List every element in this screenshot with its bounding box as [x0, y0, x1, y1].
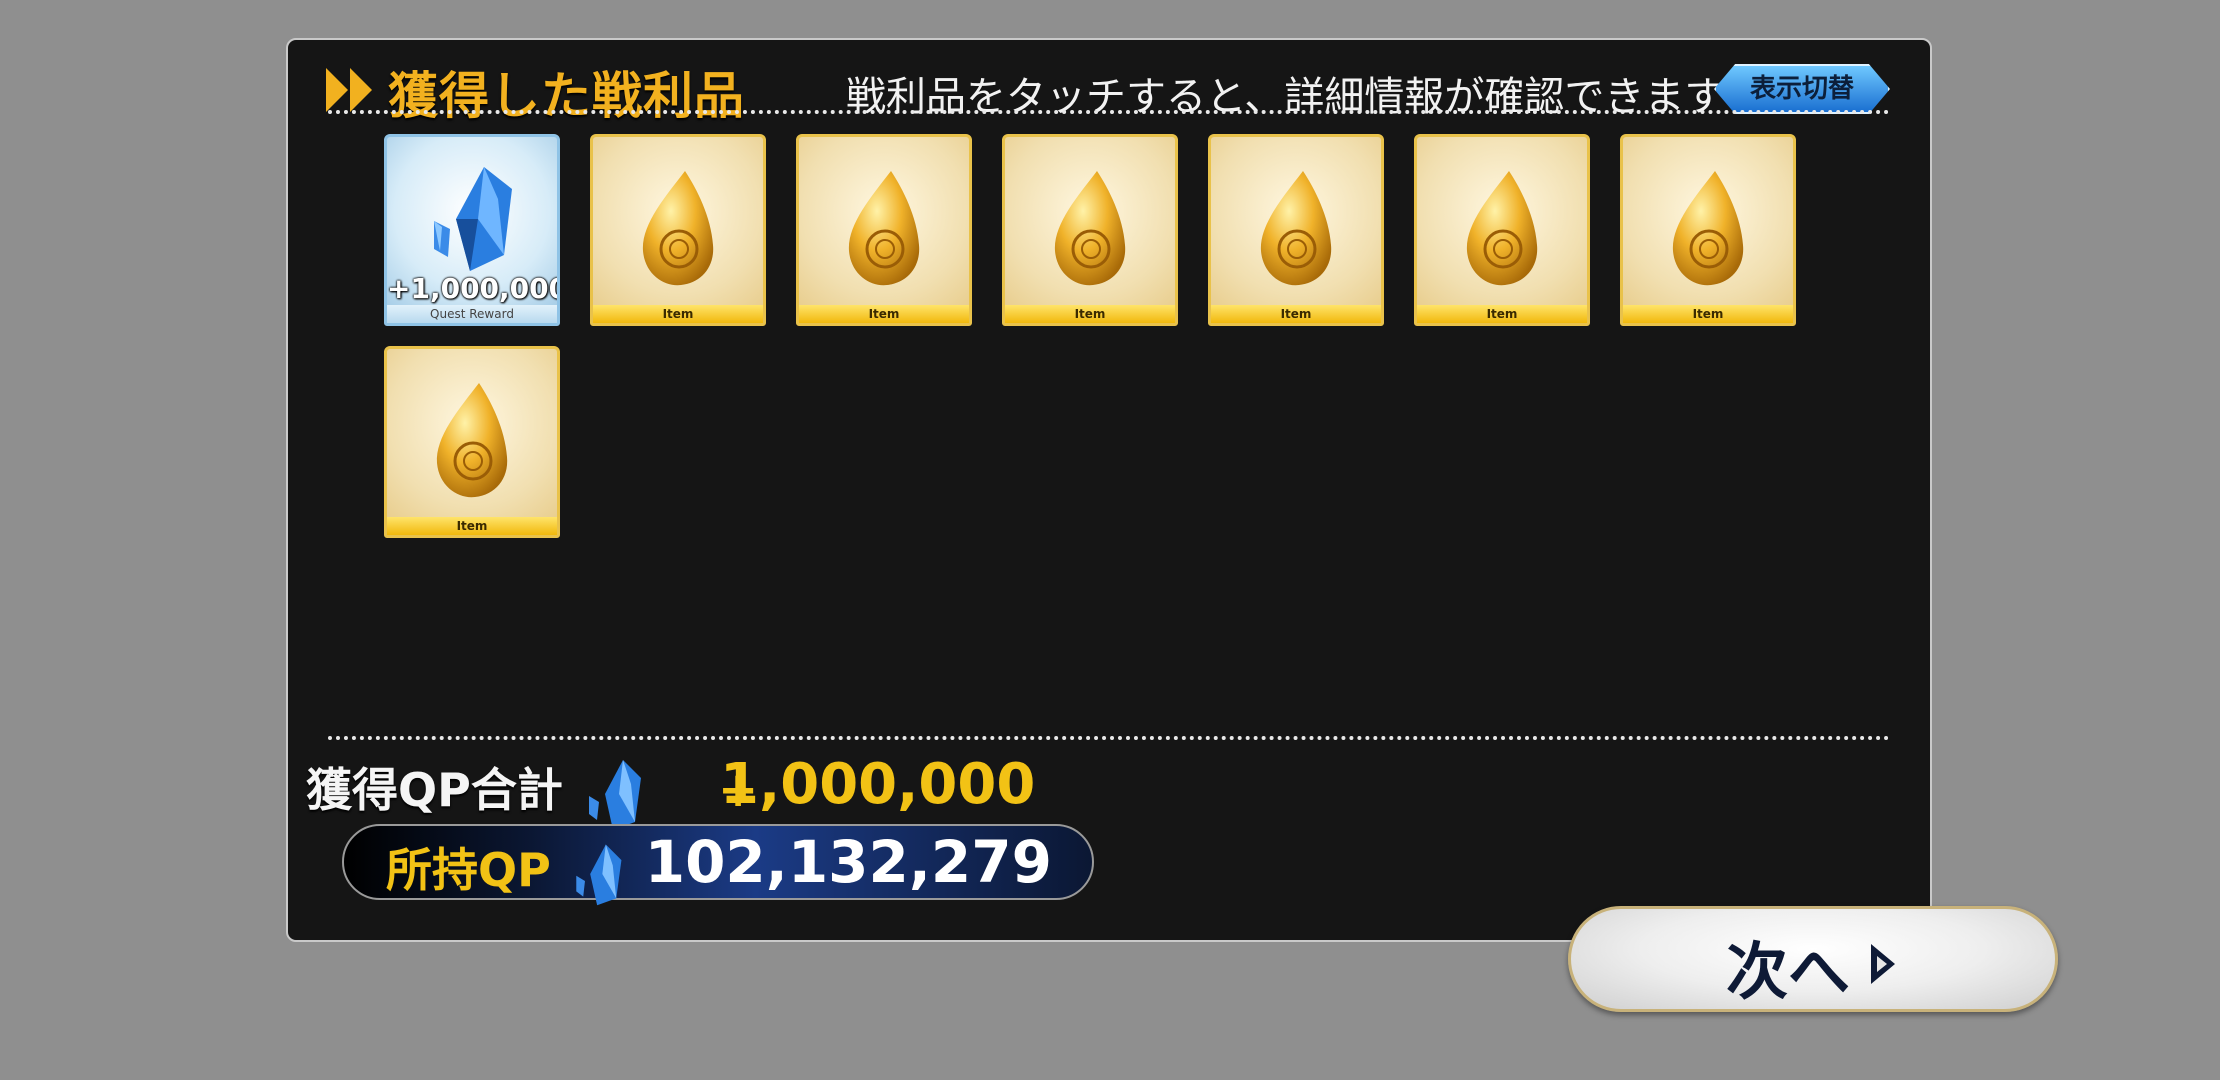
reward-label: Item — [1417, 305, 1587, 323]
reward-label: Quest Reward — [387, 305, 557, 323]
reward-label: Item — [387, 517, 557, 535]
reward-label: Item — [1005, 305, 1175, 323]
divider-bottom — [328, 736, 1890, 740]
reward-card-item[interactable]: Item — [1414, 134, 1590, 326]
qp-total-value: 1,000,000 — [720, 752, 1036, 817]
golden-egg-icon — [848, 171, 920, 286]
reward-card-item[interactable]: Item — [1620, 134, 1796, 326]
reward-label: Item — [799, 305, 969, 323]
reward-card-item[interactable]: Item — [1208, 134, 1384, 326]
golden-egg-icon — [1054, 171, 1126, 286]
reward-label: Item — [593, 305, 763, 323]
page-title: 獲得した戦利品 — [388, 67, 745, 125]
reward-card-item[interactable]: Item — [796, 134, 972, 326]
golden-egg-icon — [1466, 171, 1538, 286]
title-row: 獲得した戦利品 戦利品をタッチすると、詳細情報が確認できます 表示切替 — [326, 50, 1890, 142]
golden-egg-icon — [436, 383, 508, 498]
qp-crystal-icon — [434, 167, 512, 271]
display-toggle-button[interactable]: 表示切替 — [1714, 64, 1890, 114]
qp-total-label: 獲得QP合計 — [306, 763, 563, 817]
owned-qp-row: 所持QP — [386, 834, 629, 907]
golden-egg-icon — [642, 171, 714, 286]
double-arrow-icon — [326, 68, 374, 112]
reward-card-item[interactable]: Item — [1002, 134, 1178, 326]
reward-label: Item — [1623, 305, 1793, 323]
divider-top — [328, 110, 1890, 114]
reward-label: Item — [1211, 305, 1381, 323]
next-label: 次へ — [1726, 935, 1851, 1008]
owned-qp-bar: 所持QP 102,132,279 — [342, 824, 1094, 905]
reward-card-qp[interactable]: +1,000,000 Quest Reward — [384, 134, 560, 326]
diamond-arrow-icon — [1871, 944, 1895, 984]
reward-card-item[interactable]: Item — [384, 346, 560, 538]
reward-amount: +1,000,000 — [387, 272, 560, 305]
qp-crystal-icon — [576, 843, 622, 905]
golden-egg-icon — [1260, 171, 1332, 286]
owned-qp-label: 所持QP — [386, 843, 551, 897]
rewards-panel: 獲得した戦利品 戦利品をタッチすると、詳細情報が確認できます 表示切替 +1,0… — [286, 38, 1932, 942]
qp-total-row: 獲得QP合計 — [306, 754, 649, 832]
reward-card-item[interactable]: Item — [590, 134, 766, 326]
golden-egg-icon — [1672, 171, 1744, 286]
next-button[interactable]: 次へ — [1568, 906, 2058, 1012]
qp-crystal-icon — [588, 759, 641, 830]
owned-qp-value: 102,132,279 — [644, 828, 1052, 896]
